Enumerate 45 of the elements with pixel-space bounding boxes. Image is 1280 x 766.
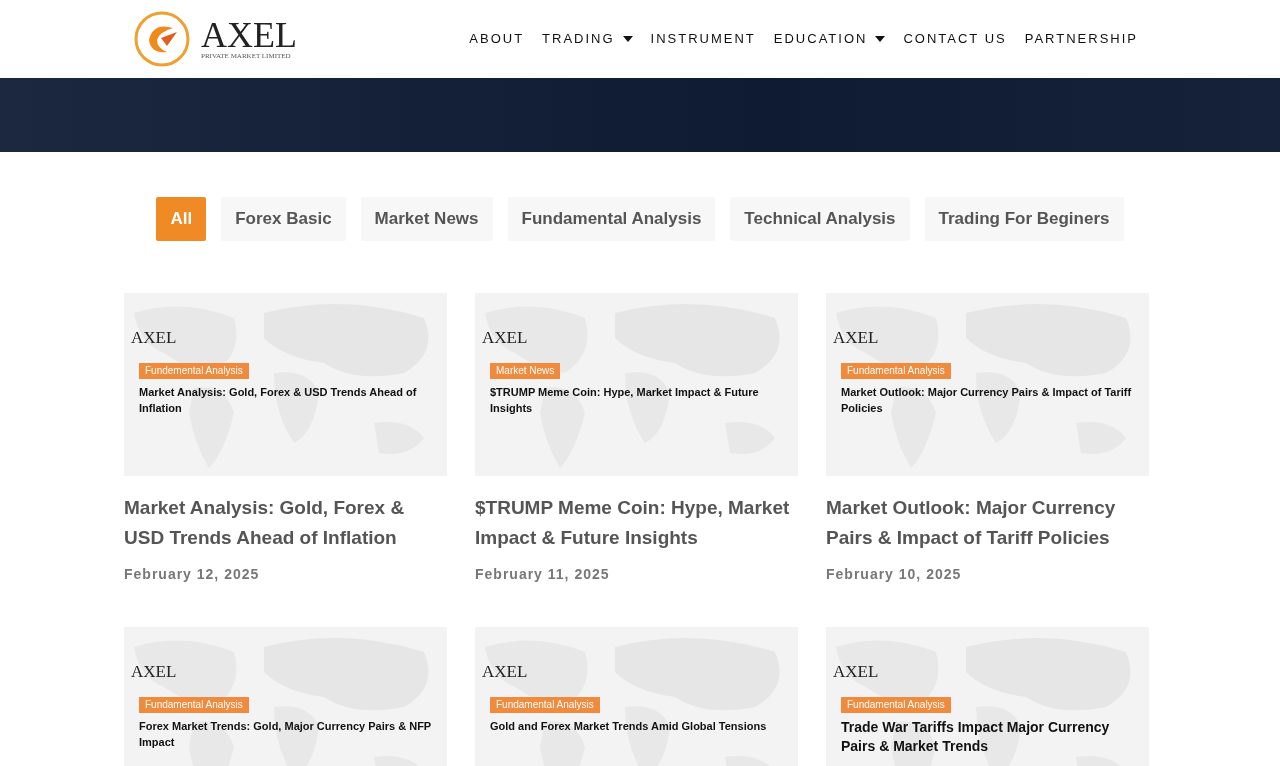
thumbnail-tag: Fundamental Analysis [139, 697, 249, 713]
nav-link[interactable]: ABOUT [469, 29, 525, 49]
nav-link[interactable]: INSTRUMENT [650, 29, 756, 49]
thumbnail-headline: Market Outlook: Major Currency Pairs & Impact of Tariff Policies [841, 385, 1133, 416]
thumbnail-headline: Trade War Tariffs Impact Major Currency Pairs & Market Trends [841, 718, 1111, 756]
logo-icon [133, 10, 191, 68]
thumbnail-tag: Market News [490, 363, 561, 379]
thumbnail-headline: Market Analysis: Gold, Forex & USD Trends Ahead of Inflation [139, 385, 418, 416]
caret-icon [622, 36, 633, 42]
nav-link[interactable]: EDUCATION [773, 29, 886, 49]
thumbnail-headline: Forex Market Trends: Gold, Major Currency Pairs & NFP Impact [139, 719, 432, 750]
caret-icon [875, 36, 886, 42]
filter-tab[interactable]: Trading For Beginers [924, 197, 1124, 241]
thumbnail-tag: Fundamental Analysis [841, 697, 951, 713]
filter-tab[interactable]: Market News [360, 197, 493, 241]
thumbnail-tag: Fundemental Analysis [139, 363, 249, 379]
nav-link[interactable]: PARTNERSHIP [1024, 29, 1138, 49]
post-date: February 10, 2025 [826, 565, 963, 584]
post-thumbnail[interactable]: AXEL Fundamental Analysis Market Outlook: Major Currency Pairs & Impact of Tariff Policies [826, 293, 1149, 476]
post-title[interactable]: Market Analysis: Gold, Forex & USD Trends Ahead of Inflation [124, 493, 447, 553]
filter-tab[interactable]: Technical Analysis [730, 197, 910, 241]
post-thumbnail[interactable]: AXEL Fundamental Analysis Forex Market Trends: Gold, Major Currency Pairs & NFP Impact [124, 627, 447, 766]
thumbnail-logo: AXEL [482, 663, 528, 680]
thumbnail-logo: AXEL [131, 329, 177, 346]
post-title[interactable]: $TRUMP Meme Coin: Hype, Market Impact & Future Insights [475, 493, 798, 553]
post-thumbnail[interactable]: AXEL Fundemental Analysis Market Analysis: Gold, Forex & USD Trends Ahead of Inflation [124, 293, 447, 476]
filter-tab[interactable]: Fundamental Analysis [507, 197, 716, 241]
post-thumbnail[interactable]: AXEL Fundamental Analysis Gold and Forex Market Trends Amid Global Tensions [475, 627, 798, 766]
nav-link[interactable]: TRADING [542, 29, 633, 49]
post-date: February 12, 2025 [124, 565, 261, 584]
thumbnail-tag: Fundamental Analysis [490, 697, 600, 713]
post-thumbnail[interactable]: AXEL Fundamental Analysis Trade War Tariffs Impact Major Currency Pairs & Market Trends [826, 627, 1149, 766]
thumbnail-tag: Fundamental Analysis [841, 363, 951, 379]
post-title[interactable]: Market Outlook: Major Currency Pairs & Impact of Tariff Policies [826, 493, 1149, 553]
thumbnail-headline: $TRUMP Meme Coin: Hype, Market Impact & Future Insights [490, 385, 760, 416]
post-date: February 11, 2025 [475, 565, 611, 584]
thumbnail-logo: AXEL [131, 663, 177, 680]
logo-wordmark: AXEL [201, 17, 297, 52]
nav-link[interactable]: CONTACT US [903, 29, 1007, 49]
thumbnail-logo: AXEL [833, 663, 879, 680]
thumbnail-logo: AXEL [482, 329, 528, 346]
post-thumbnail[interactable]: AXEL Market News $TRUMP Meme Coin: Hype, Market Impact & Future Insights [475, 293, 798, 476]
filter-tab[interactable]: Forex Basic [221, 197, 346, 241]
thumbnail-logo: AXEL [833, 329, 879, 346]
thumbnail-headline: Gold and Forex Market Trends Amid Global Tensions [490, 719, 767, 734]
